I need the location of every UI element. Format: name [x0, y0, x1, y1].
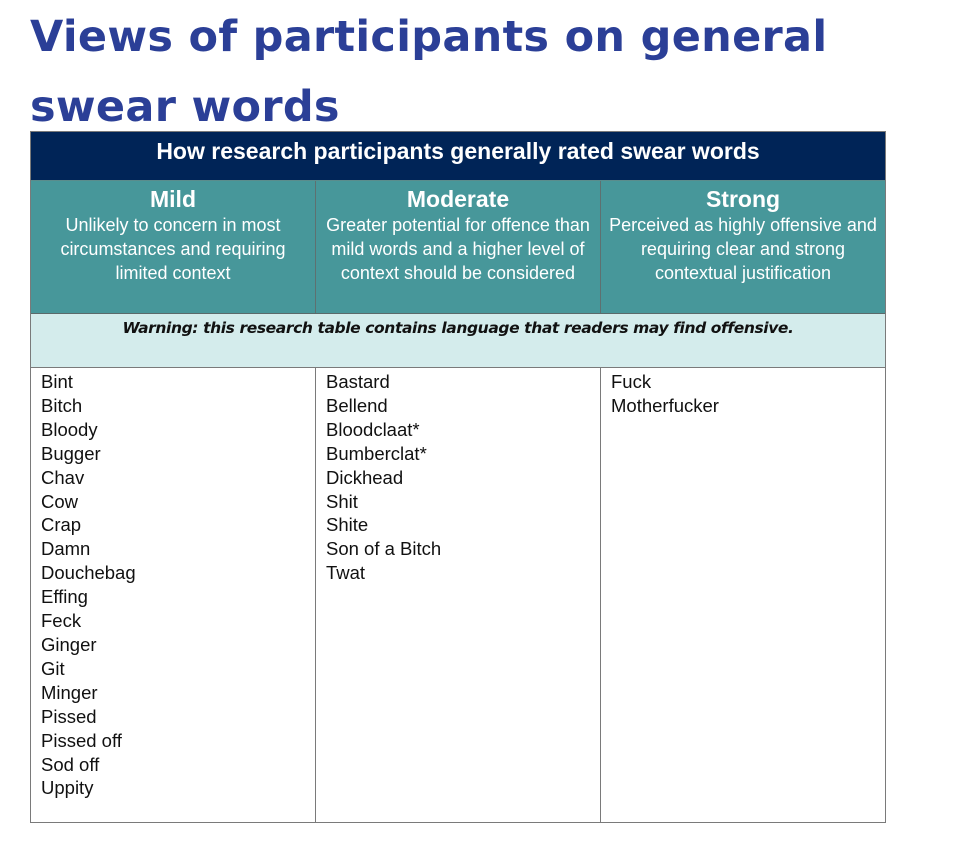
word-item: Bumberclat*: [326, 442, 427, 464]
word-item: Git: [41, 657, 65, 679]
word-item: Damn: [41, 538, 91, 560]
word-item: Motherfucker: [611, 394, 719, 416]
category-header-mild: Mild Unlikely to concern in most circums…: [31, 181, 316, 313]
word-item: Twat: [326, 562, 366, 584]
swear-words-table: How research participants generally rate…: [30, 131, 886, 823]
word-item: Bint: [41, 371, 73, 392]
offensive-language-warning: Warning: this research table contains la…: [31, 314, 885, 368]
word-item: Fuck: [611, 371, 652, 392]
category-header-row: Mild Unlikely to concern in most circums…: [31, 181, 885, 314]
category-header-strong: Strong Perceived as highly offensive and…: [601, 181, 885, 313]
word-item: Sod off: [41, 753, 100, 775]
table-banner: How research participants generally rate…: [31, 132, 885, 181]
word-item: Bugger: [41, 442, 101, 464]
word-list-mild: Bint Bitch Bloody Bugger Chav Cow Crap Damn Douc…: [31, 368, 316, 822]
word-list-strong: Fuck Motherfucker: [601, 368, 885, 822]
word-item: Minger: [41, 681, 98, 703]
category-name: Moderate: [406, 186, 510, 212]
page-title-line-2: swear words: [30, 82, 340, 132]
word-lists-row: Bint Bitch Bloody Bugger Chav Cow Crap Damn Douc…: [31, 368, 885, 822]
category-name: Mild: [150, 186, 196, 212]
word-item: Chav: [41, 466, 85, 488]
word-item: Uppity: [41, 777, 94, 799]
word-item: Bitch: [41, 394, 83, 416]
word-item: Ginger: [41, 633, 97, 655]
word-item: Bastard: [326, 371, 390, 392]
word-list-moderate: Bastard Bellend Bloodclaat* Bumberclat* Dick…: [316, 368, 601, 822]
category-description: Greater potential for offence than mild …: [326, 215, 590, 283]
word-item: Feck: [41, 610, 82, 632]
word-item: Crap: [41, 514, 82, 536]
word-item: Effing: [41, 586, 88, 608]
category-description: Unlikely to concern in most circumstance…: [60, 215, 286, 283]
word-item: Cow: [41, 490, 79, 512]
category-name: Strong: [705, 186, 781, 212]
word-item: Douchebag: [41, 562, 136, 584]
word-item: Dickhead: [326, 466, 404, 488]
word-item: Bellend: [326, 394, 388, 416]
word-item: Shit: [326, 490, 358, 512]
word-item: Bloody: [41, 418, 98, 440]
word-item: Shite: [326, 514, 369, 536]
word-item: Son of a Bitch: [326, 538, 442, 560]
word-item: Pissed: [41, 705, 97, 727]
page-title: Views of participants on general swear w…: [30, 2, 827, 142]
word-item: Pissed off: [41, 729, 122, 751]
word-item: Bloodclaat*: [326, 418, 420, 440]
page-title-line-1: Views of participants on general: [30, 12, 828, 62]
category-description: Perceived as highly offensive and requir…: [609, 215, 877, 283]
category-header-moderate: Moderate Greater potential for offence t…: [316, 181, 601, 313]
